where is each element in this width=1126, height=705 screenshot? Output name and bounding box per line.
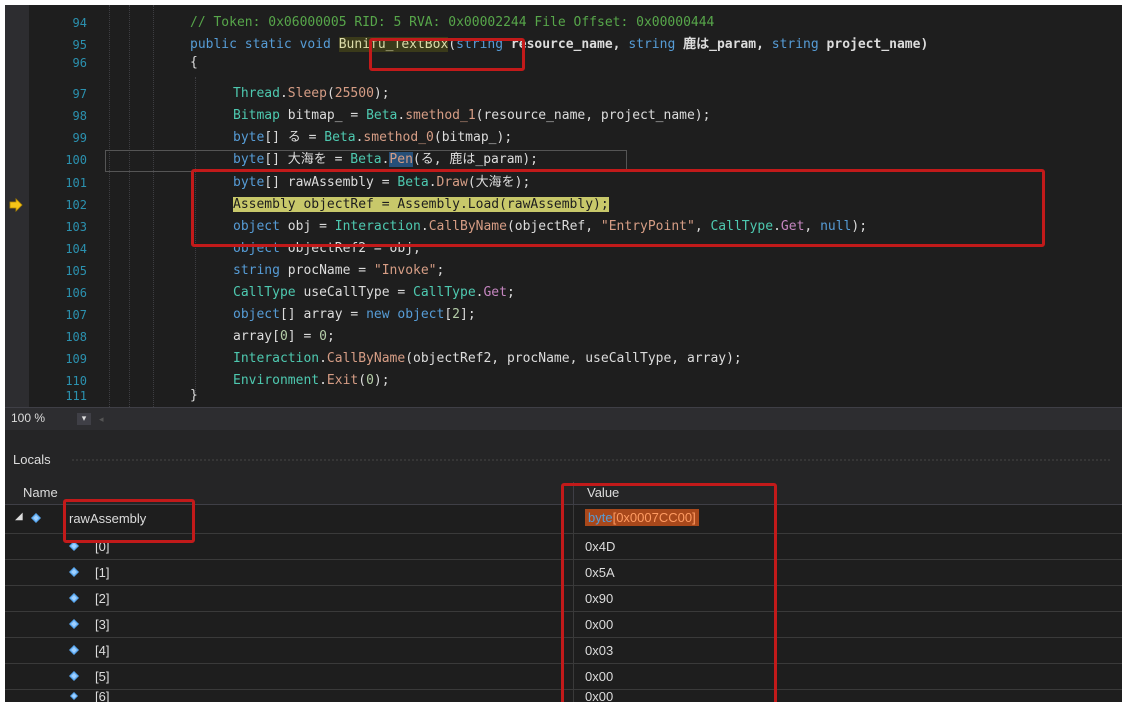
locals-title-bar[interactable]: Locals	[5, 446, 1122, 472]
column-value-header[interactable]: Value	[587, 485, 619, 500]
code-line-95[interactable]: public static void Bunifu_TextBox(string…	[190, 34, 928, 56]
element-index: [4]	[95, 643, 110, 658]
element-index: [6]	[95, 689, 110, 702]
local-variable-icon	[69, 593, 79, 603]
local-variable-icon	[69, 645, 79, 655]
row-divider	[573, 505, 574, 533]
element-index: [1]	[95, 565, 110, 580]
indent-guide	[109, 5, 110, 407]
locals-row[interactable]: [1] 0x5A	[5, 560, 1122, 586]
locals-row[interactable]: [2] 0x90	[5, 586, 1122, 612]
row-divider	[573, 664, 574, 689]
code-line-97[interactable]: Thread.Sleep(25500);	[233, 83, 390, 105]
current-statement-highlight: Assembly objectRef = Assembly.Load(rawAs…	[233, 197, 609, 212]
code-line-104[interactable]: object objectRef2 = obj;	[233, 238, 421, 260]
code-line-106[interactable]: CallType useCallType = CallType.Get;	[233, 282, 515, 304]
line-number: 104	[65, 242, 87, 256]
code-line-108[interactable]: array[0] = 0;	[233, 326, 335, 348]
row-divider	[573, 534, 574, 559]
line-number: 99	[72, 131, 87, 145]
locals-row[interactable]: [0] 0x4D	[5, 534, 1122, 560]
column-header: Name Value	[5, 482, 1122, 505]
element-index: [5]	[95, 669, 110, 684]
locals-row[interactable]: [6] 0x00	[5, 689, 1122, 702]
row-divider	[573, 638, 574, 663]
screenshot-root: 94 95 96 97 98 99 100 101 102 103 104 10…	[0, 0, 1126, 705]
code-line-111[interactable]: }	[190, 388, 198, 404]
local-variable-icon	[69, 619, 79, 629]
code-line-110[interactable]: Environment.Exit(0);	[233, 370, 390, 392]
element-index: [2]	[95, 591, 110, 606]
locals-row[interactable]: [4] 0x03	[5, 638, 1122, 664]
code-line-109[interactable]: Interaction.CallByName(objectRef2, procN…	[233, 348, 742, 370]
line-number: 97	[72, 87, 87, 101]
expand-arrow-icon[interactable]: ◢	[15, 511, 23, 522]
line-number: 96	[72, 56, 87, 70]
code-editor[interactable]: 94 95 96 97 98 99 100 101 102 103 104 10…	[5, 5, 1122, 407]
line-number: 106	[65, 286, 87, 300]
element-value: 0x4D	[585, 539, 616, 554]
line-number: 107	[65, 308, 87, 322]
locals-window: Locals Name Value ◢ rawAssembly byte[0x0…	[5, 430, 1122, 702]
line-number: 102	[65, 198, 87, 212]
column-divider[interactable]	[573, 482, 574, 504]
local-variable-icon	[31, 513, 41, 523]
element-value: 0x5A	[585, 565, 615, 580]
element-index: [3]	[95, 617, 110, 632]
row-divider	[573, 586, 574, 611]
element-value: 0x03	[585, 643, 614, 658]
code-line-99[interactable]: byte[] る = Beta.smethod_0(bitmap_);	[233, 127, 512, 149]
code-line-96[interactable]: {	[190, 54, 198, 72]
line-number: 95	[72, 38, 87, 52]
element-value: 0x00	[585, 669, 614, 684]
zoom-level[interactable]: 100 %	[11, 411, 45, 425]
code-line-100[interactable]: byte[] 大海を = Beta.Pen(る, 鹿は_param);	[233, 149, 538, 171]
line-number: 109	[65, 352, 87, 366]
indent-guide	[195, 77, 196, 393]
line-number: 100	[65, 153, 87, 167]
code-line-98[interactable]: Bitmap bitmap_ = Beta.smethod_1(resource…	[233, 105, 710, 127]
code-line-103[interactable]: object obj = Interaction.CallByName(obje…	[233, 216, 867, 238]
code-line-101[interactable]: byte[] rawAssembly = Beta.Draw(大海を);	[233, 172, 530, 194]
row-divider	[573, 560, 574, 585]
locals-row[interactable]: [5] 0x00	[5, 664, 1122, 690]
visual-studio-debugger: 94 95 96 97 98 99 100 101 102 103 104 10…	[5, 5, 1122, 702]
code-line-105[interactable]: string procName = "Invoke";	[233, 260, 444, 282]
element-value: 0x90	[585, 591, 614, 606]
local-variable-icon	[69, 541, 79, 551]
line-number: 98	[72, 109, 87, 123]
element-index: [0]	[95, 539, 110, 554]
code-line-107[interactable]: object[] array = new object[2];	[233, 304, 476, 326]
zoom-dropdown-icon[interactable]: ▾	[77, 413, 91, 425]
row-divider	[573, 612, 574, 637]
line-number: 101	[65, 176, 87, 190]
variable-value: byte[0x0007CC00]	[585, 509, 699, 526]
column-name-header[interactable]: Name	[23, 485, 58, 500]
variable-name: rawAssembly	[69, 511, 147, 526]
indent-guide	[129, 5, 130, 407]
line-number-gutter: 94 95 96 97 98 99 100 101 102 103 104 10…	[29, 5, 95, 407]
element-value: 0x00	[585, 689, 614, 702]
local-variable-icon	[70, 692, 78, 700]
local-variable-icon	[69, 567, 79, 577]
scroll-left-icon[interactable]: ◂	[99, 415, 109, 425]
current-statement-arrow-icon	[9, 198, 23, 212]
method-name: Bunifu_TextBox	[338, 37, 449, 52]
editor-status-bar: 100 % ▾ ◂	[5, 407, 1122, 430]
element-value: 0x00	[585, 617, 614, 632]
line-number: 105	[65, 264, 87, 278]
locals-row[interactable]: [3] 0x00	[5, 612, 1122, 638]
code-line-94[interactable]: // Token: 0x06000005 RID: 5 RVA: 0x00002…	[190, 12, 714, 34]
row-divider	[573, 690, 574, 702]
line-number: 103	[65, 220, 87, 234]
line-number: 108	[65, 330, 87, 344]
line-number: 94	[72, 16, 87, 30]
line-number: 111	[65, 389, 87, 403]
title-grip	[71, 458, 1111, 462]
indent-guide	[153, 5, 154, 407]
code-line-102[interactable]: Assembly objectRef = Assembly.Load(rawAs…	[233, 194, 609, 216]
locals-row-root[interactable]: ◢ rawAssembly byte[0x0007CC00]	[5, 505, 1122, 534]
locals-title: Locals	[13, 452, 51, 467]
local-variable-icon	[69, 671, 79, 681]
